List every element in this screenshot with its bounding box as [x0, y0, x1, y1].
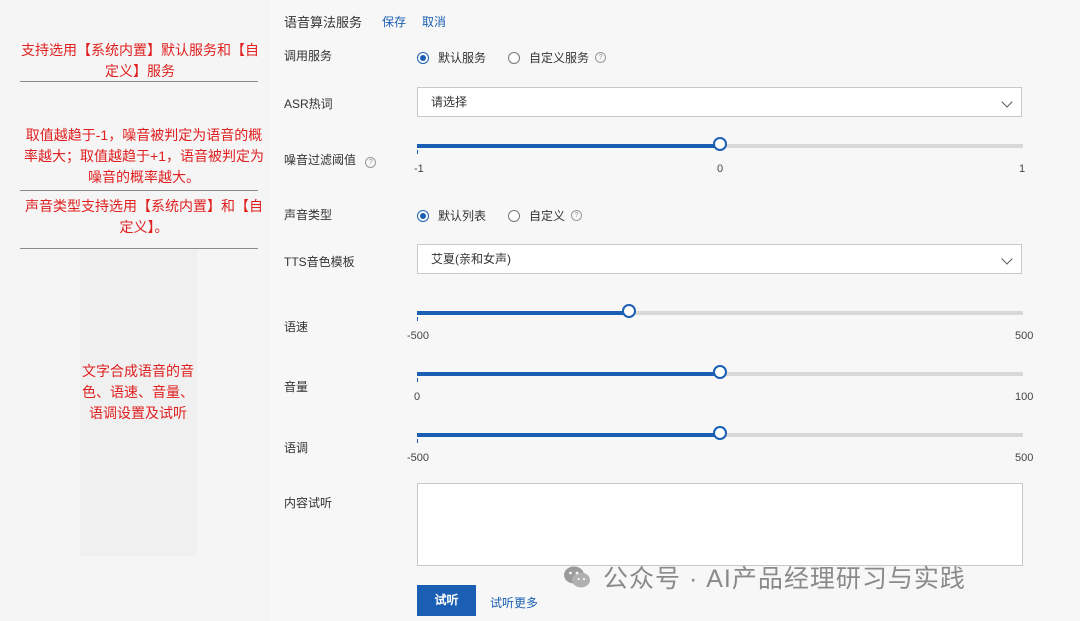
radio-selected-icon	[417, 209, 429, 222]
watermark: 公众号 · AI产品经理研习与实践	[563, 559, 966, 595]
save-link[interactable]: 保存	[382, 13, 406, 30]
volume-label: 音量	[284, 380, 309, 394]
slider-thumb[interactable]	[622, 304, 637, 318]
voice-type-label: 声音类型	[284, 208, 333, 222]
noise-mid-label: 0	[717, 163, 724, 175]
chevron-down-icon	[1001, 253, 1013, 265]
listen-button[interactable]: 试听	[417, 585, 476, 616]
radio-label: 默认列表	[438, 209, 487, 223]
radio-default-service[interactable]: 默认服务	[417, 49, 486, 66]
slider-fill	[417, 311, 630, 315]
watermark-text: 公众号 · AI产品经理研习与实践	[603, 565, 966, 593]
help-icon[interactable]: ?	[595, 52, 607, 63]
speed-min-label: -500	[407, 330, 430, 342]
radio-unselected-icon	[508, 51, 520, 64]
annotation-service: 支持选用【系统内置】默认服务和【自定义】服务	[21, 42, 259, 79]
annotation-divider	[20, 81, 258, 82]
pitch-min-label: -500	[407, 452, 430, 464]
pitch-label: 语调	[284, 441, 309, 455]
annotation-divider	[20, 190, 258, 191]
service-label: 调用服务	[284, 49, 333, 63]
radio-unselected-icon	[508, 209, 520, 222]
select-value: 艾夏(亲和女声)	[431, 252, 511, 266]
slider-fill	[417, 372, 720, 376]
annotation-tts: 文字合成语音的音色、语速、音量、语调设置及试听	[82, 363, 194, 421]
slider-tick	[417, 317, 418, 321]
pitch-slider[interactable]	[417, 426, 1023, 443]
slider-thumb[interactable]	[713, 426, 727, 440]
volume-max-label: 100	[1015, 391, 1034, 403]
radio-selected-icon	[417, 51, 429, 64]
slider-tick	[417, 378, 418, 382]
noise-label-text: 噪音过滤阈值	[284, 153, 357, 167]
radio-label: 自定义服务	[529, 51, 590, 65]
section-title: 语音算法服务	[284, 15, 363, 30]
radio-default-list[interactable]: 默认列表	[417, 207, 486, 224]
speed-label: 语速	[284, 320, 309, 334]
asr-label: ASR热词	[284, 97, 333, 111]
radio-custom-voice[interactable]: 自定义 ?	[508, 207, 583, 224]
radio-custom-service[interactable]: 自定义服务 ?	[508, 49, 607, 66]
cancel-link[interactable]: 取消	[422, 13, 446, 30]
slider-fill	[417, 433, 720, 437]
slider-fill	[417, 144, 720, 148]
annotation-noise: 取值越趋于-1，噪音被判定为语音的概率越大；取值越趋于+1，语音被判定为噪音的概…	[24, 127, 264, 185]
help-icon[interactable]: ?	[365, 157, 377, 168]
tts-select[interactable]: 艾夏(亲和女声)	[417, 244, 1022, 274]
noise-min-label: -1	[414, 163, 424, 175]
speed-slider[interactable]	[417, 304, 1023, 321]
volume-min-label: 0	[414, 391, 421, 403]
annotation-voice-type: 声音类型支持选用【系统内置】和【自定义】。	[25, 198, 263, 235]
radio-label: 默认服务	[438, 51, 487, 65]
content-label: 内容试听	[284, 496, 333, 510]
slider-tick	[417, 150, 418, 154]
asr-select[interactable]: 请选择	[417, 87, 1022, 117]
wechat-icon	[563, 565, 591, 589]
noise-max-label: 1	[1019, 163, 1026, 175]
slider-thumb[interactable]	[713, 365, 727, 379]
slider-tick	[417, 439, 418, 443]
listen-more-link[interactable]: 试听更多	[490, 594, 538, 611]
select-placeholder: 请选择	[431, 95, 468, 109]
noise-slider[interactable]	[417, 137, 1023, 154]
help-icon[interactable]: ?	[571, 210, 583, 221]
slider-thumb[interactable]	[713, 137, 727, 151]
radio-label: 自定义	[529, 209, 566, 223]
annotation-divider	[20, 248, 258, 249]
volume-slider[interactable]	[417, 365, 1023, 382]
tts-label: TTS音色模板	[284, 255, 355, 269]
speed-max-label: 500	[1015, 330, 1034, 342]
content-textarea[interactable]	[417, 483, 1023, 566]
noise-label: 噪音过滤阈值 ?	[284, 151, 377, 168]
chevron-down-icon	[1001, 96, 1013, 108]
pitch-max-label: 500	[1015, 452, 1034, 464]
